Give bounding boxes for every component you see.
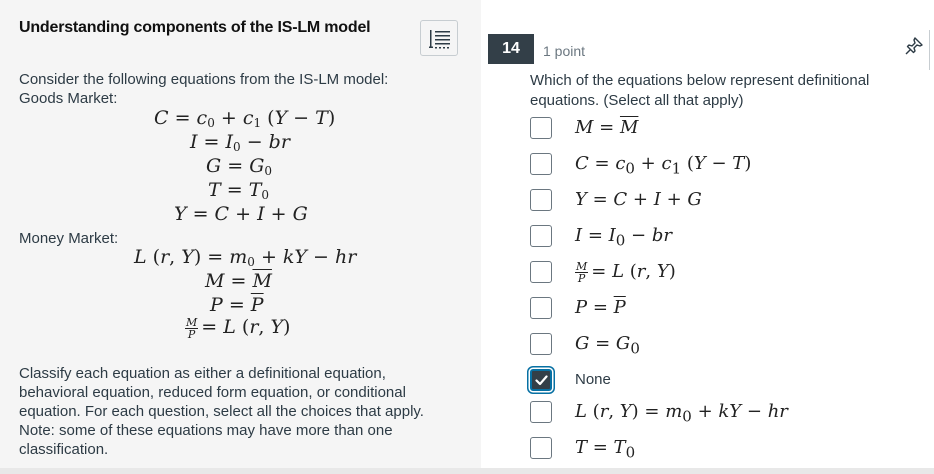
table-of-contents-button[interactable] [420,20,458,56]
equation-price-level: P = P [210,294,264,316]
option-m-eq-mbar[interactable]: M = M [530,115,910,141]
option-liquidity[interactable]: L (r, Y) = m0 + kY − hr [530,399,910,426]
goods-market-label: Goods Market: [19,90,118,107]
equation-government: G = G0 [206,155,273,178]
option-label: C = c0 + c1 (Y − T) [575,153,752,178]
option-checkbox[interactable] [530,261,552,283]
option-label: Y = C + I + G [575,189,702,210]
panel-edge [929,30,934,70]
question-number-badge: 14 [488,34,534,64]
checkmark-icon [535,375,548,386]
equation-liquidity: L (r, Y) = m0 + kY − hr [134,246,357,269]
option-label: P = P [575,297,626,318]
option-investment[interactable]: I = I0 − br [530,223,910,250]
left-panel: Understanding components of the IS-LM mo… [0,0,481,474]
pin-icon[interactable] [904,36,924,56]
option-checkbox[interactable] [530,401,552,423]
option-p-eq-pbar[interactable]: P = P [530,295,910,321]
option-checkbox[interactable] [530,153,552,175]
equation-output-identity: Y = C + I + G [174,203,308,225]
money-market-label: Money Market: [19,230,119,247]
option-t-eq-t0[interactable]: T = T0 [530,435,910,462]
intro-text: Consider the following equations from th… [19,71,389,88]
equation-consumption: C = c0 + c1 (Y − T) [154,107,336,130]
option-checkbox-checked[interactable] [530,369,552,391]
equation-investment: I = I0 − br [190,131,290,154]
equation-money-demand: M P = L (r, Y) [185,315,291,341]
option-label: L (r, Y) = m0 + kY − hr [575,401,788,426]
option-consumption[interactable]: C = c0 + c1 (Y − T) [530,151,910,178]
page-title: Understanding components of the IS-LM mo… [19,19,371,36]
option-label: I = I0 − br [575,225,672,250]
question-points: 1 point [543,43,586,59]
option-checkbox[interactable] [530,437,552,459]
option-label: None [575,371,611,388]
option-label: M = M [575,117,639,138]
option-label: M P = L (r, Y) [575,259,676,285]
bottom-divider [0,468,934,474]
equation-taxes: T = T0 [208,179,270,202]
option-label: G = G0 [575,333,640,358]
option-money-demand-ratio[interactable]: M P = L (r, Y) [530,259,910,285]
option-checkbox[interactable] [530,117,552,139]
option-g-eq-g0[interactable]: G = G0 [530,331,910,358]
option-checkbox[interactable] [530,225,552,247]
option-label: T = T0 [575,437,636,462]
option-checkbox[interactable] [530,189,552,211]
list-icon [429,30,450,49]
option-checkbox[interactable] [530,297,552,319]
classify-instructions: Classify each equation as either a defin… [19,365,424,458]
option-checkbox[interactable] [530,333,552,355]
option-none[interactable]: None [530,367,910,393]
equation-money-supply: M = M [205,270,272,292]
option-y-identity[interactable]: Y = C + I + G [530,187,910,213]
question-text: Which of the equations below represent d… [530,72,870,109]
